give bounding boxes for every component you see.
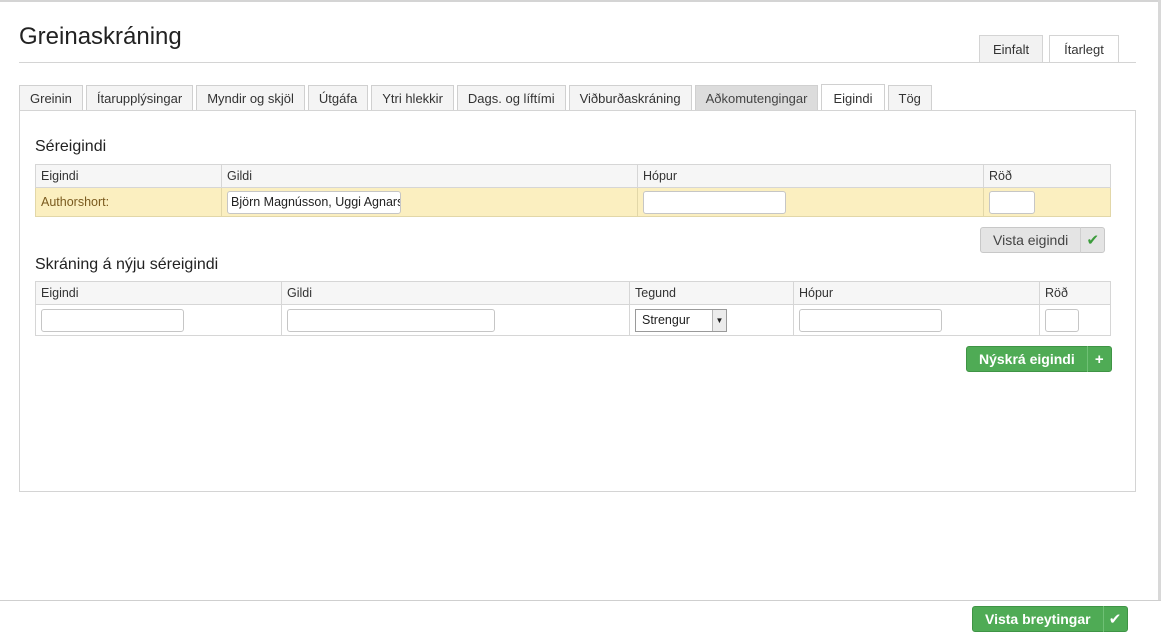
tab-panel: Séreigindi Eigindi Gildi Hópur Röð Autho… xyxy=(19,110,1136,492)
value-cell: Björn Magnússon, Uggi Agnarsson xyxy=(221,187,638,217)
type-select-value: Strengur xyxy=(642,313,690,327)
mode-tabs-divider xyxy=(19,62,1136,63)
table-header-row: Eigindi Gildi Hópur Röð xyxy=(35,164,1111,188)
tab-greinin[interactable]: Greinin xyxy=(19,85,83,111)
save-property-button[interactable]: Vista eigindi ✔ xyxy=(980,227,1106,253)
col-header-group: Hópur xyxy=(793,281,1040,305)
plus-icon: + xyxy=(1086,346,1111,372)
checkmark-icon: ✔ xyxy=(1080,227,1104,253)
page-title: Greinaskráning xyxy=(19,23,182,50)
save-property-label: Vista eigindi xyxy=(993,232,1069,248)
col-header-type: Tegund xyxy=(629,281,794,305)
value-input[interactable]: Björn Magnússon, Uggi Agnarsson xyxy=(227,190,401,214)
table-row: Strengur ▼ xyxy=(35,304,1111,336)
save-changes-label: Vista breytingar xyxy=(985,611,1091,627)
tab-dags-og-liftimi[interactable]: Dags. og líftími xyxy=(456,85,566,111)
mode-tab-advanced[interactable]: Ítarlegt xyxy=(1049,35,1119,63)
new-order-cell xyxy=(1039,304,1111,336)
save-changes-button[interactable]: Vista breytingar ✔ xyxy=(972,606,1128,632)
checkmark-icon: ✔ xyxy=(1102,606,1127,632)
footer-divider xyxy=(0,600,1161,601)
mode-tab-simple[interactable]: Einfalt xyxy=(979,35,1044,62)
col-header-group: Hópur xyxy=(637,164,984,188)
new-type-cell: Strengur ▼ xyxy=(629,304,794,336)
new-value-input[interactable] xyxy=(287,308,495,332)
tab-itarupplysingar[interactable]: Ítarupplýsingar xyxy=(85,85,194,111)
add-property-button[interactable]: Nýskrá eigindi + xyxy=(966,346,1112,372)
col-header-value: Gildi xyxy=(221,164,638,188)
new-group-cell xyxy=(793,304,1040,336)
tab-myndir-og-skjol[interactable]: Myndir og skjöl xyxy=(196,85,305,111)
group-cell xyxy=(637,187,984,217)
type-select[interactable]: Strengur ▼ xyxy=(635,308,727,332)
col-header-order: Röð xyxy=(1039,281,1111,305)
new-prop-table: Eigindi Gildi Tegund Hópur Röð Strengur … xyxy=(35,281,1111,336)
new-property-cell xyxy=(35,304,282,336)
tab-eigindi[interactable]: Eigindi xyxy=(821,84,885,112)
new-value-cell xyxy=(281,304,630,336)
custom-props-title: Séreigindi xyxy=(35,138,107,155)
tab-vidburdaskraning[interactable]: Viðburðaskráning xyxy=(568,85,692,111)
new-property-input[interactable] xyxy=(41,308,184,332)
select-arrow-icon: ▼ xyxy=(712,309,726,331)
new-group-input[interactable] xyxy=(799,308,942,332)
tab-ytri-hlekkir[interactable]: Ytri hlekkir xyxy=(371,85,454,111)
property-name: Authorshort: xyxy=(35,187,222,217)
table-row: Authorshort: Björn Magnússon, Uggi Agnar… xyxy=(35,187,1111,217)
window-top-border xyxy=(0,0,1161,2)
new-order-input[interactable] xyxy=(1045,308,1079,332)
order-cell xyxy=(983,187,1111,217)
col-header-property: Eigindi xyxy=(35,164,222,188)
table-header-row: Eigindi Gildi Tegund Hópur Röð xyxy=(35,281,1111,305)
tab-utgafa[interactable]: Útgáfa xyxy=(307,85,369,111)
tab-tog[interactable]: Tög xyxy=(887,85,932,111)
group-input[interactable] xyxy=(643,190,786,214)
tab-adkomutengingar[interactable]: Aðkomutengingar xyxy=(694,85,819,111)
col-header-value: Gildi xyxy=(281,281,630,305)
new-prop-title: Skráning á nýju séreigindi xyxy=(35,256,219,273)
add-property-label: Nýskrá eigindi xyxy=(979,351,1075,367)
col-header-property: Eigindi xyxy=(35,281,282,305)
col-header-order: Röð xyxy=(983,164,1111,188)
mode-tabs: Einfalt Ítarlegt xyxy=(979,35,1125,63)
custom-props-table: Eigindi Gildi Hópur Röð Authorshort: Bjö… xyxy=(35,164,1111,217)
order-input[interactable] xyxy=(989,190,1035,214)
section-tabs: Greinin Ítarupplýsingar Myndir og skjöl … xyxy=(19,84,935,112)
